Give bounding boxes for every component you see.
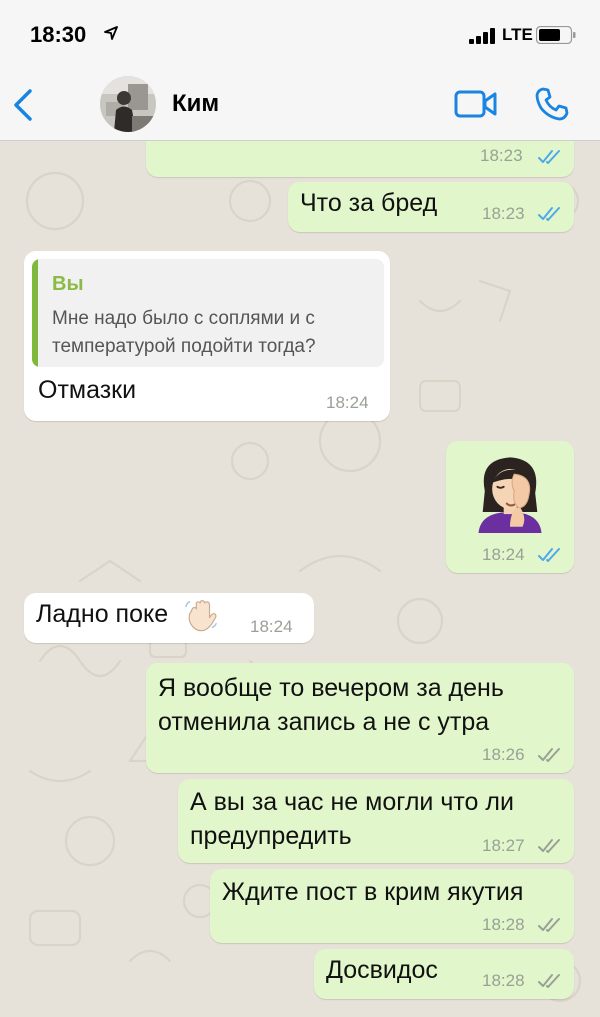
message-time: 18:23 bbox=[480, 146, 523, 165]
message-text: Отмазки bbox=[38, 376, 137, 404]
message-time: 18:24 bbox=[482, 545, 525, 564]
message-text-line: А вы за час не могли что ли bbox=[190, 788, 514, 816]
quote-text: Мне надо было с соплями и с температурой… bbox=[52, 308, 316, 357]
read-ticks-icon bbox=[538, 150, 560, 164]
outgoing-message[interactable]: 18:23 bbox=[146, 141, 574, 177]
message-text-line: предупредить bbox=[190, 822, 352, 850]
message-text: Что за бред bbox=[300, 189, 438, 217]
outgoing-message[interactable]: Я вообще то вечером за день отменила зап… bbox=[146, 663, 574, 773]
message-time: 18:28 bbox=[482, 971, 525, 990]
message-text-line: Я вообще то вечером за день bbox=[158, 674, 504, 702]
chevron-left-icon[interactable] bbox=[10, 86, 40, 124]
quoted-message[interactable]: Вы Мне надо было с соплями и с температу… bbox=[32, 259, 384, 367]
waving-hand-emoji bbox=[185, 600, 217, 632]
message-text: Ждите пост в крим якутия bbox=[222, 878, 524, 906]
read-ticks-icon bbox=[538, 548, 560, 562]
contact-avatar[interactable] bbox=[100, 76, 156, 132]
outgoing-message[interactable]: Ждите пост в крим якутия 18:28 bbox=[210, 869, 574, 943]
incoming-message[interactable]: Ладно поке 18:24 bbox=[24, 593, 314, 643]
incoming-message[interactable]: Вы Мне надо было с соплями и с температу… bbox=[24, 251, 390, 421]
chat-header: Ким bbox=[0, 70, 600, 141]
network-type: LTE bbox=[502, 25, 533, 44]
chat-area[interactable]: 18:23 Что за бред 18:23 Вы Мне надо было… bbox=[0, 141, 600, 1017]
message-text: Досвидос bbox=[326, 956, 438, 984]
quote-author: Вы bbox=[52, 273, 84, 295]
outgoing-message[interactable]: Досвидос 18:28 bbox=[314, 949, 574, 999]
read-ticks-icon bbox=[538, 207, 560, 221]
message-time: 18:24 bbox=[250, 617, 293, 636]
message-time: 18:23 bbox=[482, 204, 525, 223]
delivered-ticks-icon bbox=[538, 974, 560, 988]
face-palm-woman-emoji bbox=[478, 457, 542, 533]
delivered-ticks-icon bbox=[538, 918, 560, 932]
contact-name[interactable]: Ким bbox=[172, 90, 219, 118]
status-bar: 18:30 LTE bbox=[0, 0, 600, 70]
delivered-ticks-icon bbox=[538, 748, 560, 762]
delivered-ticks-icon bbox=[538, 839, 560, 853]
battery-icon bbox=[536, 26, 576, 44]
video-camera-icon[interactable] bbox=[454, 89, 498, 119]
status-time: 18:30 bbox=[30, 22, 87, 47]
message-text-line: отменила запись а не с утра bbox=[158, 708, 490, 736]
location-arrow-icon bbox=[104, 26, 118, 40]
message-time: 18:26 bbox=[482, 745, 525, 764]
quote-accent-bar bbox=[32, 259, 38, 367]
message-time: 18:27 bbox=[482, 836, 525, 855]
message-text: Ладно поке bbox=[36, 600, 169, 628]
signal-bars-icon bbox=[469, 28, 495, 44]
message-time: 18:24 bbox=[326, 393, 369, 412]
message-time: 18:28 bbox=[482, 915, 525, 934]
outgoing-message[interactable]: 18:24 bbox=[446, 441, 574, 573]
outgoing-message[interactable]: А вы за час не могли что ли предупредить… bbox=[178, 779, 574, 863]
outgoing-message[interactable]: Что за бред 18:23 bbox=[288, 182, 574, 232]
phone-icon[interactable] bbox=[534, 86, 570, 122]
